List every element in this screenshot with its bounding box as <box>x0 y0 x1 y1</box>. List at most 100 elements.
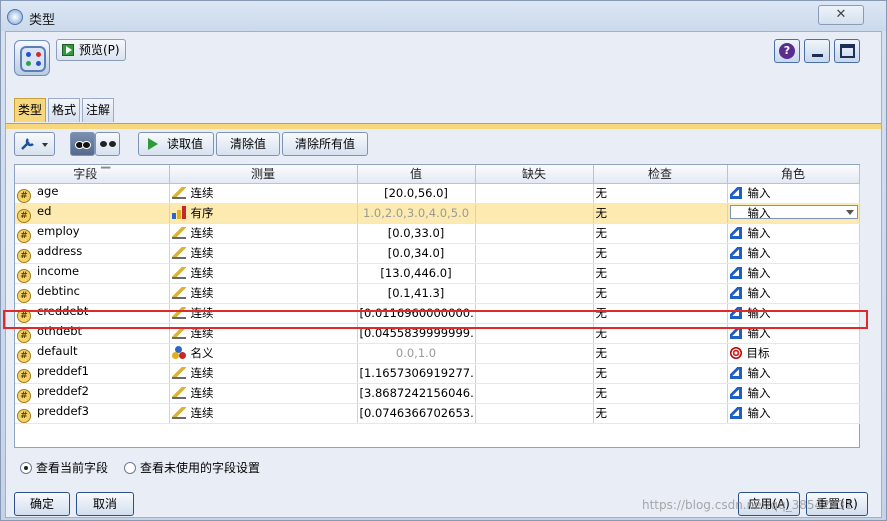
read-values-button[interactable]: 读取值 <box>138 132 214 156</box>
field-cell[interactable]: # preddef3 <box>15 403 170 424</box>
view-fields-toggle[interactable] <box>70 132 95 156</box>
missing-cell[interactable] <box>475 383 594 404</box>
column-header-check[interactable]: 检查 <box>593 165 728 184</box>
field-cell[interactable]: # preddef2 <box>15 383 170 404</box>
table-row[interactable]: # employ 连续 [0.0,33.0] 无输入 <box>15 223 860 244</box>
view-unused-fields-radio[interactable]: 查看未使用的字段设置 <box>124 459 260 476</box>
field-cell[interactable]: # default <box>15 343 170 364</box>
column-header-value[interactable]: 值 <box>357 165 476 184</box>
measure-cell[interactable]: 名义 <box>169 343 358 364</box>
role-cell[interactable]: 输入 <box>727 323 860 344</box>
value-cell[interactable]: [3.8687242156046... <box>357 383 476 404</box>
column-header-role[interactable]: 角色 <box>727 165 860 184</box>
role-cell[interactable]: 输入 <box>727 283 860 304</box>
value-cell[interactable]: [0.0746366702653... <box>357 403 476 424</box>
measure-cell[interactable]: 连续 <box>169 263 358 284</box>
tools-menu-button[interactable] <box>14 132 55 156</box>
measure-cell[interactable]: 有序 <box>169 203 358 224</box>
check-cell[interactable]: 无 <box>593 223 728 244</box>
value-cell[interactable]: [0.0,34.0] <box>357 243 476 264</box>
table-row[interactable]: # preddef3 连续 [0.0746366702653... 无输入 <box>15 403 860 424</box>
missing-cell[interactable] <box>475 263 594 284</box>
table-row[interactable]: # othdebt 连续 [0.0455839999999... 无输入 <box>15 323 860 344</box>
role-cell[interactable]: 输入 <box>727 243 860 264</box>
check-cell[interactable]: 无 <box>593 283 728 304</box>
check-cell[interactable]: 无 <box>593 323 728 344</box>
field-cell[interactable]: # creddebt <box>15 303 170 324</box>
field-cell[interactable]: # income <box>15 263 170 284</box>
value-cell[interactable]: [0.0116960000000... <box>357 303 476 324</box>
measure-cell[interactable]: 连续 <box>169 283 358 304</box>
role-cell[interactable]: 输入 <box>727 303 860 324</box>
table-row[interactable]: # address 连续 [0.0,34.0] 无输入 <box>15 243 860 264</box>
field-cell[interactable]: # age <box>15 183 170 204</box>
role-cell[interactable]: 输入 <box>727 363 860 384</box>
role-cell[interactable]: 输入 <box>727 223 860 244</box>
cancel-button[interactable]: 取消 <box>76 492 134 516</box>
missing-cell[interactable] <box>475 343 594 364</box>
tab-annotations[interactable]: 注解 <box>82 98 114 122</box>
missing-cell[interactable] <box>475 303 594 324</box>
column-header-field[interactable]: 字段 ▔ <box>15 165 170 184</box>
missing-cell[interactable] <box>475 223 594 244</box>
check-cell[interactable]: 无 <box>593 343 728 364</box>
role-cell[interactable]: 输入 <box>727 403 860 424</box>
table-row[interactable]: # preddef2 连续 [3.8687242156046... 无输入 <box>15 383 860 404</box>
maximize-button[interactable] <box>834 39 860 63</box>
missing-cell[interactable] <box>475 203 594 224</box>
table-row[interactable]: # debtinc 连续 [0.1,41.3] 无输入 <box>15 283 860 304</box>
role-cell[interactable]: 输入 <box>727 203 860 224</box>
table-row[interactable]: # preddef1 连续 [1.1657306919277... 无输入 <box>15 363 860 384</box>
field-cell[interactable]: # ed <box>15 203 170 224</box>
check-cell[interactable]: 无 <box>593 363 728 384</box>
role-cell[interactable]: 输入 <box>727 383 860 404</box>
check-cell[interactable]: 无 <box>593 403 728 424</box>
missing-cell[interactable] <box>475 323 594 344</box>
check-cell[interactable]: 无 <box>593 303 728 324</box>
measure-cell[interactable]: 连续 <box>169 303 358 324</box>
check-cell[interactable]: 无 <box>593 243 728 264</box>
ok-button[interactable]: 确定 <box>14 492 70 516</box>
tab-format[interactable]: 格式 <box>48 98 80 122</box>
missing-cell[interactable] <box>475 403 594 424</box>
check-cell[interactable]: 无 <box>593 263 728 284</box>
field-cell[interactable]: # address <box>15 243 170 264</box>
role-cell[interactable]: 输入 <box>727 263 860 284</box>
value-cell[interactable]: [1.1657306919277... <box>357 363 476 384</box>
close-button[interactable]: ✕ <box>818 5 864 25</box>
measure-cell[interactable]: 连续 <box>169 323 358 344</box>
missing-cell[interactable] <box>475 363 594 384</box>
field-cell[interactable]: # employ <box>15 223 170 244</box>
check-cell[interactable]: 无 <box>593 183 728 204</box>
clear-all-values-button[interactable]: 清除所有值 <box>282 132 368 156</box>
measure-cell[interactable]: 连续 <box>169 363 358 384</box>
measure-cell[interactable]: 连续 <box>169 223 358 244</box>
value-cell[interactable]: 0.0,1.0 <box>357 343 476 364</box>
field-cell[interactable]: # debtinc <box>15 283 170 304</box>
field-cell[interactable]: # othdebt <box>15 323 170 344</box>
value-cell[interactable]: [0.1,41.3] <box>357 283 476 304</box>
tab-types[interactable]: 类型 <box>14 98 46 122</box>
value-cell[interactable]: [13.0,446.0] <box>357 263 476 284</box>
field-cell[interactable]: # preddef1 <box>15 363 170 384</box>
check-cell[interactable]: 无 <box>593 203 728 224</box>
measure-cell[interactable]: 连续 <box>169 403 358 424</box>
table-row[interactable]: # default 名义 0.0,1.0 无目标 <box>15 343 860 364</box>
measure-cell[interactable]: 连续 <box>169 383 358 404</box>
measure-cell[interactable]: 连续 <box>169 183 358 204</box>
value-cell[interactable]: 1.0,2.0,3.0,4.0,5.0 <box>357 203 476 224</box>
clear-values-button[interactable]: 清除值 <box>216 132 280 156</box>
view-unused-toggle[interactable] <box>95 132 120 156</box>
title-bar[interactable]: 类型 ✕ <box>1 1 886 31</box>
table-row[interactable]: # age 连续 [20.0,56.0] 无输入 <box>15 183 860 204</box>
role-cell[interactable]: 输入 <box>727 183 860 204</box>
minimize-button[interactable] <box>804 39 830 63</box>
value-cell[interactable]: [20.0,56.0] <box>357 183 476 204</box>
view-current-fields-radio[interactable]: 查看当前字段 <box>20 459 108 476</box>
check-cell[interactable]: 无 <box>593 383 728 404</box>
missing-cell[interactable] <box>475 243 594 264</box>
preview-button[interactable]: 预览(P) <box>56 39 126 61</box>
value-cell[interactable]: [0.0455839999999... <box>357 323 476 344</box>
measure-cell[interactable]: 连续 <box>169 243 358 264</box>
missing-cell[interactable] <box>475 183 594 204</box>
